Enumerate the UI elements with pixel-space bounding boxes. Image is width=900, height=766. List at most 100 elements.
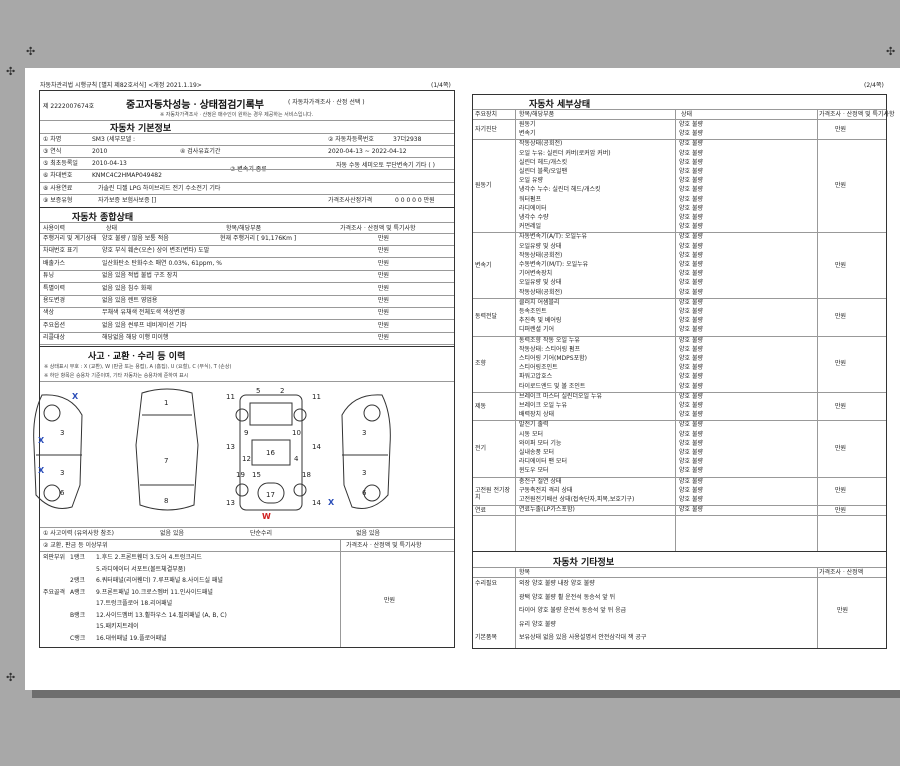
svg-text:3: 3 xyxy=(362,469,366,477)
summary-row-label: 튜닝 xyxy=(43,272,55,280)
detail-status: 양호 불량 xyxy=(679,430,703,438)
detail-group-name: 연료 xyxy=(475,506,487,514)
detail-item: 브레이크 오일 누유 xyxy=(519,402,567,409)
detail-item: 브레이크 마스터 실린더오일 누유 xyxy=(519,392,603,400)
page-number-right: (2/4쪽) xyxy=(864,82,884,89)
svg-text:6: 6 xyxy=(60,489,65,497)
other-group: 기본품목 xyxy=(475,634,498,641)
summary-row-price: 만원 xyxy=(378,259,390,267)
exchange-group: 주요골격 xyxy=(43,588,66,596)
summary-row-status: 없음 있음 썬루프 네비게이션 기타 xyxy=(102,321,187,329)
detail-item: 디퍼렌셜 기어 xyxy=(519,326,555,334)
svg-text:15: 15 xyxy=(252,471,261,479)
detail-item: 커먼레일 xyxy=(519,223,542,231)
detail-status: 양호 불량 xyxy=(679,392,703,400)
exchange-items: 5.라디에이터 서포트(볼트체결부품) xyxy=(96,565,186,573)
fuel-label: ⑧ 사용연료 xyxy=(43,185,73,192)
accident-note-2: ※ 하단 항목은 승용차 기준이며, 기타 자동차는 승용차에 준하여 표시 xyxy=(44,373,189,379)
form-subnote: ※ 자동차가격조사ㆍ산정은 매수인이 원하는 경우 제공하는 서비스입니다. xyxy=(160,112,314,118)
detail-group-name: 동력전달 xyxy=(475,313,498,321)
detail-item: 작동상태: 스티어링 펌프 xyxy=(519,345,581,353)
exchange-mark: X xyxy=(328,498,335,507)
exchange-items: 12.사이드멤버 13.휠하우스 14.필러패널 (A, B, C) xyxy=(96,611,227,619)
other-items: 보유상태 없음 있음 사용설명서 안전삼각대 잭 공구 xyxy=(519,634,647,641)
svg-text:14: 14 xyxy=(312,443,321,451)
svg-text:13: 13 xyxy=(226,499,235,507)
svg-text:8: 8 xyxy=(164,497,168,505)
summary-col-status: 상태 xyxy=(106,225,118,232)
detail-item: 오일유량 및 상태 xyxy=(519,242,562,250)
detail-status: 양호 불량 xyxy=(679,326,703,334)
detail-status: 양호 불량 xyxy=(679,121,703,128)
detail-status: 양호 불량 xyxy=(679,355,703,362)
exchange-items: 16.대쉬패널 19.플로어패널 xyxy=(96,634,167,642)
detail-status: 양호 불량 xyxy=(679,204,703,212)
detail-status: 양호 불량 xyxy=(679,177,703,185)
car-left-side xyxy=(33,394,83,509)
accident-question-options: 없음 있음 xyxy=(160,530,184,537)
detail-item: 발전기 출력 xyxy=(519,421,549,429)
summary-row-line xyxy=(40,257,454,259)
svg-text:18: 18 xyxy=(302,471,311,479)
detail-group-line xyxy=(473,515,886,517)
accident-title: 사고ㆍ교환ㆍ수리 등 이력 xyxy=(88,352,186,362)
detail-item: 윈도우 모터 xyxy=(519,467,549,475)
detail-status: 양호 불량 xyxy=(679,317,703,325)
crop-mark-icon: ✣ xyxy=(6,671,16,684)
exchange-rank: C랭크 xyxy=(70,634,86,642)
summary-row-label: 차대번호 표기 xyxy=(43,247,79,255)
detail-item: 파워고압호스 xyxy=(519,373,553,381)
other-col-price: 가격조사ㆍ산정액 xyxy=(819,569,864,576)
car-top-view xyxy=(135,388,199,511)
detail-item: 오일유량 및 상태 xyxy=(519,279,562,287)
detail-item: 스티어링 기어(MDPS포함) xyxy=(519,355,587,362)
detail-status: 양호 불량 xyxy=(679,402,703,409)
exchange-items: 1.후드 2.프론트휀더 3.도어 4.트렁크리드 xyxy=(96,554,202,561)
car-name-value: SM3 (세부모델 : xyxy=(92,136,136,143)
detail-status: 양호 불량 xyxy=(679,486,703,494)
summary-row-line xyxy=(40,294,454,296)
exchange-price-value: 만원 xyxy=(384,597,396,604)
detail-price: 만원 xyxy=(835,126,847,134)
svg-text:14: 14 xyxy=(312,499,321,507)
other-items: 광택 양호 불량 휠 운전석 동승석 앞 뒤 xyxy=(519,593,616,601)
detail-item: 배력장치 상태 xyxy=(519,411,555,419)
svg-text:11: 11 xyxy=(312,393,321,401)
detail-item: 자동변속기(A/T): 오일누유 xyxy=(519,233,588,241)
exchange-price-col: 가격조사ㆍ산정액 및 특기사항 xyxy=(346,542,422,549)
crop-mark-icon: ✣ xyxy=(886,45,896,58)
summary-row-label: 배출가스 xyxy=(43,259,66,267)
summary-col-history: 사용이력 xyxy=(43,225,66,232)
detail-price: 만원 xyxy=(835,360,847,368)
paper-shadow xyxy=(32,690,900,698)
summary-row-price: 만원 xyxy=(378,235,390,242)
summary-row-status: 양호 부식 훼손(오손) 상이 변조(변타) 도말 xyxy=(102,247,210,255)
detail-item: 워터펌프 xyxy=(519,195,542,203)
summary-row-label: 용도변경 xyxy=(43,297,66,304)
svg-text:19: 19 xyxy=(236,471,245,479)
other-items: 타이어 양호 불량 운전석 동승석 앞 뒤 응급 xyxy=(519,607,627,614)
detail-status: 양호 불량 xyxy=(679,270,703,278)
svg-text:3: 3 xyxy=(60,429,64,437)
price-label: 가격조사산정가격 xyxy=(328,197,373,204)
year-label: ③ 연식 xyxy=(43,148,62,155)
summary-row-line xyxy=(40,344,454,346)
detail-price: 만원 xyxy=(835,402,847,410)
summary-row-line xyxy=(40,282,454,284)
detail-status: 양호 불량 xyxy=(679,279,703,287)
summary-row-status: 없음 있음 적법 불법 구조 장치 xyxy=(102,272,178,280)
detail-item: 고전원전기배선 상태(접속단자,피복,보호기구) xyxy=(519,496,635,503)
inspection-value: 2020-04-13 ~ 2022-04-12 xyxy=(328,148,407,155)
detail-status: 양호 불량 xyxy=(679,373,703,381)
other-group: 수리필요 xyxy=(475,580,498,587)
detail-status: 양호 불량 xyxy=(679,242,703,250)
warranty-options: 자가보증 보험사보증 [] xyxy=(98,197,157,204)
detail-status: 양호 불량 xyxy=(679,439,703,447)
svg-text:2: 2 xyxy=(280,387,284,395)
simple-repair-options: 없음 있음 xyxy=(356,530,380,537)
detail-price: 만원 xyxy=(835,313,847,321)
detail-price: 만원 xyxy=(835,445,847,452)
summary-row-line xyxy=(40,331,454,333)
detail-status: 양호 불량 xyxy=(679,251,703,259)
detail-item: 냉각수 수량 xyxy=(519,214,549,221)
